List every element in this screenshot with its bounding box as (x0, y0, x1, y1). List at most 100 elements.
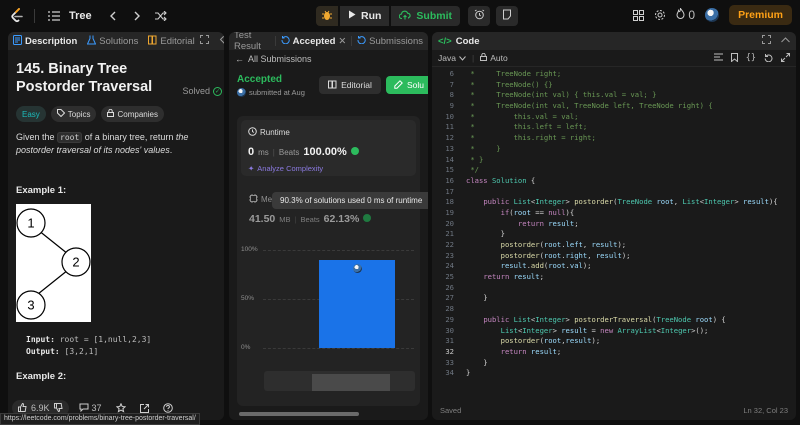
code-line[interactable]: 26 (432, 283, 796, 294)
close-tab-icon[interactable]: ✕ (338, 36, 346, 47)
thumbs-up-icon[interactable] (18, 402, 27, 414)
code-editor[interactable]: 6 * TreeNode right; 7 * TreeNode() {} 8 * … (432, 69, 796, 395)
horizontal-scrollbar[interactable] (239, 412, 359, 416)
runtime-card[interactable]: Runtime 0 ms | Beats 100.00% ✦ Analyze C… (241, 120, 416, 176)
collapse-chevron-icon[interactable] (219, 35, 224, 47)
code-line[interactable]: 19 if(root == null){ (432, 208, 796, 219)
user-avatar[interactable] (705, 8, 720, 22)
problem-title[interactable]: 145. Binary Tree Postorder Traversal (16, 60, 166, 96)
code-line[interactable]: 21 } (432, 229, 796, 240)
code-line[interactable]: 14 * } (432, 155, 796, 166)
reset-icon[interactable] (764, 53, 773, 64)
code-line[interactable]: 25 return result; (432, 272, 796, 283)
braces-icon[interactable]: {} (746, 53, 756, 64)
companies-tag[interactable]: Companies (101, 106, 164, 122)
timer-button[interactable] (468, 6, 491, 26)
code-line[interactable]: 27 } (432, 293, 796, 304)
code-line[interactable]: 32 return result; (432, 347, 796, 358)
settings-gear-icon[interactable] (654, 9, 666, 21)
bookmark-icon[interactable] (730, 52, 738, 64)
run-button[interactable]: Run (340, 6, 390, 26)
shuffle-icon[interactable] (152, 7, 170, 25)
chevron-right-icon[interactable] (128, 7, 146, 25)
code-text: public List<Integer> postorder(TreeNode … (483, 197, 778, 207)
tab-accepted[interactable]: Accepted ✕ (276, 32, 352, 50)
language-select[interactable]: Java (438, 53, 466, 63)
tree-node-label: 1 (27, 216, 34, 231)
code-line[interactable]: 12 * this.right = right; (432, 133, 796, 144)
tab-editorial[interactable]: Editorial (143, 32, 199, 50)
code-line[interactable]: 16 class Solution { (432, 176, 796, 187)
fullscreen-icon[interactable] (781, 52, 790, 64)
code-line[interactable]: 7 * TreeNode() {} (432, 80, 796, 91)
code-line[interactable]: 13 * } (432, 144, 796, 155)
auto-mode-toggle[interactable]: Auto (480, 52, 508, 63)
chart-bar[interactable] (319, 259, 395, 348)
code-line[interactable]: 24 result.add(root.val); (432, 261, 796, 272)
code-line[interactable]: 15 */ (432, 165, 796, 176)
code-line[interactable]: 18 public List<Integer> postorder(TreeNo… (432, 197, 796, 208)
layout-grid-icon[interactable] (633, 9, 645, 21)
streak-counter[interactable]: 0 (676, 7, 695, 22)
example-1-title: Example 1: (16, 185, 67, 196)
problem-list-icon[interactable] (45, 7, 63, 25)
post-solution-button[interactable]: Solu (386, 76, 428, 94)
premium-button[interactable]: Premium (729, 5, 792, 25)
code-text: public List<Integer> postorderTraversal(… (483, 314, 726, 324)
editorial-button[interactable]: Editorial (319, 76, 381, 94)
code-line[interactable]: 20 return result; (432, 219, 796, 230)
format-lines-icon[interactable] (713, 53, 723, 64)
code-line[interactable]: 11 * this.left = left; (432, 122, 796, 133)
code-line[interactable]: 28 (432, 304, 796, 315)
maximize-icon[interactable] (199, 35, 209, 47)
code-line[interactable]: 22 postorder(root.left, result); (432, 240, 796, 251)
code-line[interactable]: 34} (432, 368, 796, 379)
tag-icon (56, 109, 66, 119)
code-line[interactable]: 17 (432, 187, 796, 198)
runtime-value: 0 (248, 146, 255, 158)
problem-list-title[interactable]: Tree (69, 10, 92, 22)
top-bar: Tree Run Submit 0 Premium (0, 0, 800, 32)
code-line[interactable]: 29 public List<Integer> postorderTravers… (432, 315, 796, 326)
description-tabs: Description Solutions Editorial (8, 32, 224, 50)
user-avatar[interactable] (237, 88, 246, 97)
tab-test-result[interactable]: Test Result (229, 32, 275, 52)
leetcode-logo-icon[interactable] (10, 8, 24, 24)
memory-value: 41.50 (249, 213, 276, 225)
code-line[interactable]: 6 * TreeNode right; (432, 69, 796, 80)
vertical-scrollbar[interactable] (792, 69, 796, 395)
tab-solutions[interactable]: Solutions (82, 32, 143, 50)
code-line[interactable]: 9 * TreeNode(int val, TreeNode left, Tre… (432, 101, 796, 112)
chart-y-tick-label: 0% (241, 344, 251, 351)
comments-button[interactable]: 37 (75, 403, 106, 414)
flask-icon (86, 35, 97, 48)
tab-description[interactable]: Description (8, 32, 82, 50)
status-bar-url: https://leetcode.com/problems/binary-tre… (0, 413, 200, 425)
code-line[interactable]: 33 } (432, 358, 796, 369)
code-line[interactable]: 31 postorder(root,result); (432, 336, 796, 347)
code-line[interactable]: 30 List<Integer> result = new ArrayList<… (432, 326, 796, 337)
code-text: * this.val = val; (466, 111, 579, 121)
help-icon[interactable] (159, 403, 177, 413)
fold-gutter (458, 219, 466, 230)
collapse-chevron-icon[interactable] (781, 35, 790, 47)
favorite-star-icon[interactable] (112, 403, 130, 413)
cursor-position: Ln 32, Col 23 (743, 405, 788, 415)
chevron-left-icon[interactable] (104, 7, 122, 25)
code-line[interactable]: 10 * this.val = val; (432, 112, 796, 123)
submit-button[interactable]: Submit (391, 6, 461, 26)
code-line[interactable]: 23 postorder(root.right, result); (432, 251, 796, 262)
range-window-handle[interactable] (312, 374, 390, 391)
topics-tag[interactable]: Topics (50, 106, 97, 122)
tab-submissions[interactable]: Submissions (352, 32, 428, 50)
runtime-distribution-chart[interactable]: 100% 50% 0% (241, 246, 416, 368)
thumbs-down-icon[interactable] (53, 402, 63, 414)
chart-range-slider[interactable] (264, 371, 415, 391)
all-submissions-link[interactable]: ← All Submissions (229, 50, 428, 68)
maximize-icon[interactable] (762, 35, 771, 47)
share-icon[interactable] (136, 403, 153, 413)
debug-button[interactable] (316, 6, 338, 26)
notes-button[interactable] (496, 6, 519, 26)
code-line[interactable]: 8 * TreeNode(int val) { this.val = val; … (432, 90, 796, 101)
analyze-complexity-link[interactable]: ✦ Analyze Complexity (248, 164, 409, 173)
